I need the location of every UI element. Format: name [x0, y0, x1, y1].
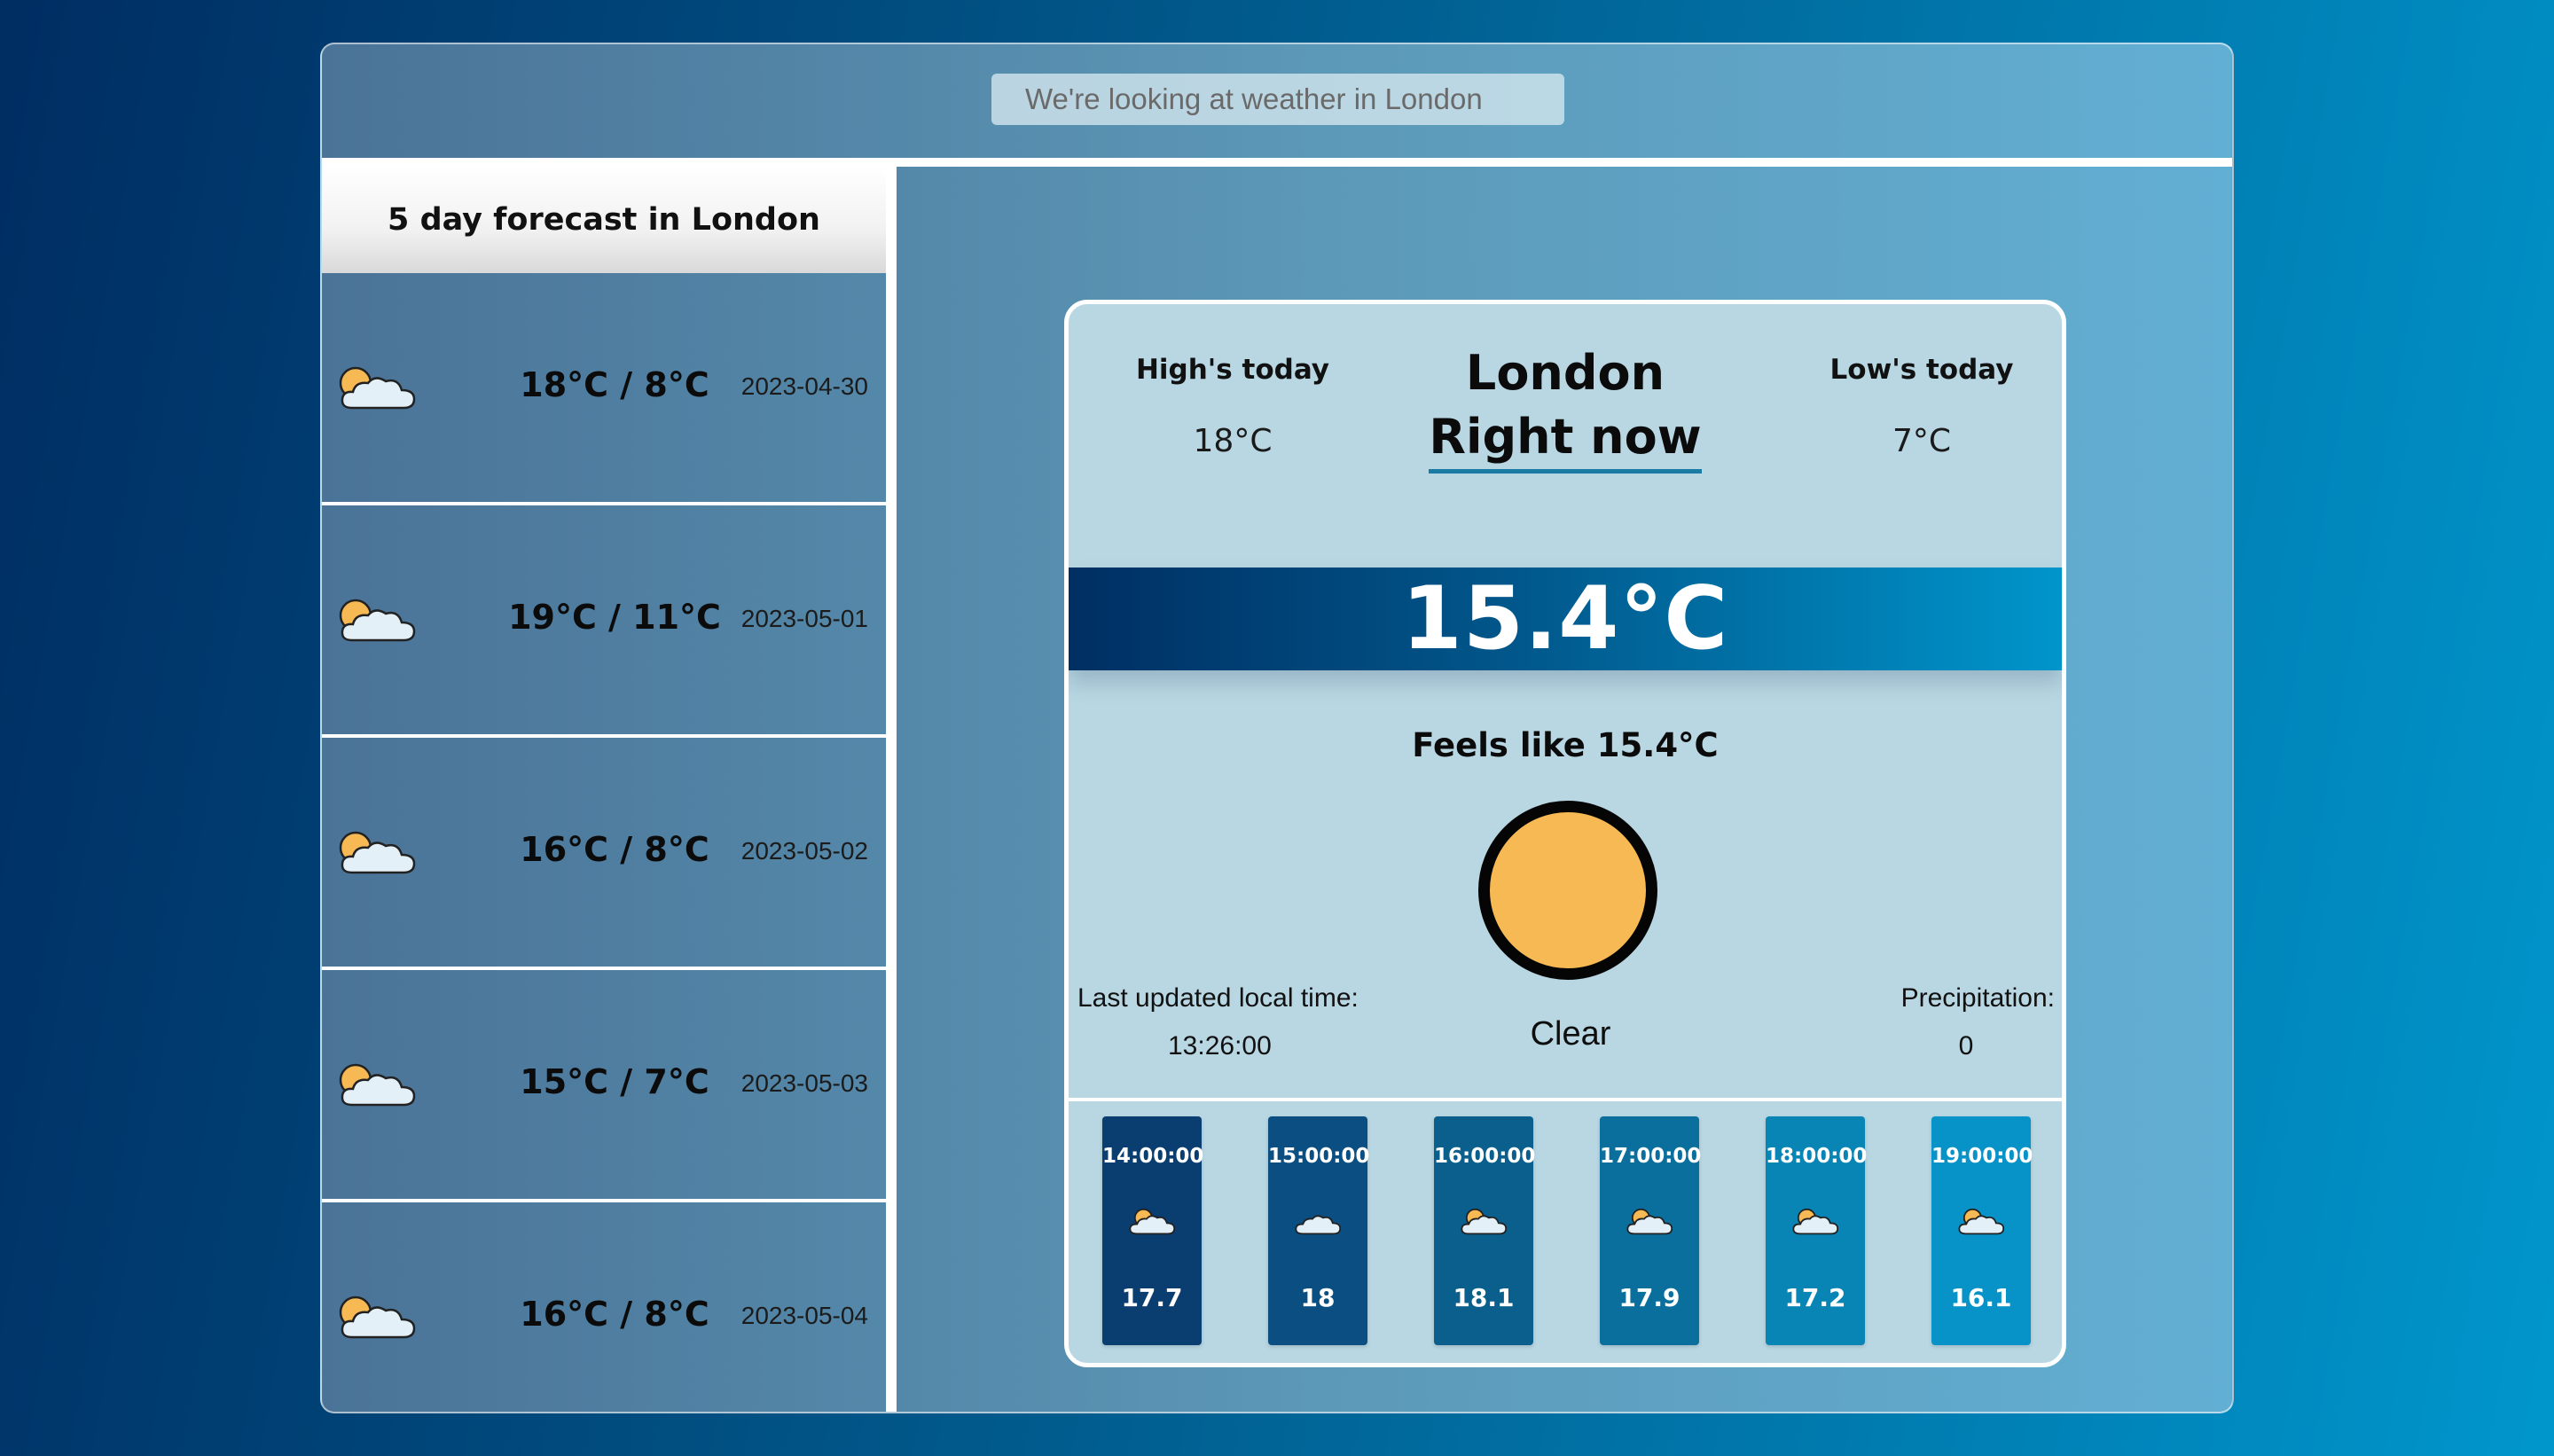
hour-time: 18:00:00	[1766, 1145, 1868, 1168]
hour-card: 17:00:00 17.9	[1600, 1116, 1702, 1345]
forecast-temps: 19°C / 11°C	[508, 598, 721, 637]
sun-icon	[1478, 801, 1657, 980]
header-divider	[322, 158, 2232, 167]
partly-cloudy-icon	[339, 831, 416, 874]
hour-temp: 17.2	[1784, 1283, 1846, 1312]
hour-card: 14:00:00 17.7	[1102, 1116, 1204, 1345]
forecast-day-row: 19°C / 11°C 2023-05-01	[322, 505, 886, 738]
hour-temp: 18	[1300, 1283, 1336, 1312]
forecast-date: 2023-05-03	[740, 1069, 868, 1097]
cloud-icon	[1295, 1215, 1342, 1235]
hour-card: 16:00:00 18.1	[1434, 1116, 1536, 1345]
sidebar-divider	[886, 167, 897, 1412]
current-weather-panel: High's today 18°C London Right now Low's…	[897, 167, 2232, 1412]
last-updated-label: Last updated local time:	[1077, 983, 1359, 1013]
forecast-day-row: 18°C / 8°C 2023-04-30	[322, 273, 886, 505]
forecast-temps: 16°C / 8°C	[520, 830, 709, 869]
precipitation-label: Precipitation:	[1900, 983, 2055, 1013]
hourly-forecast: 14:00:00 17.7 15:00:00 18 16:00:00 18.1 …	[1069, 1116, 2062, 1347]
partly-cloudy-icon	[1792, 1208, 1839, 1235]
top-bar	[322, 44, 2232, 158]
hour-card: 19:00:00 16.1	[1931, 1116, 2033, 1345]
partly-cloudy-icon	[1129, 1208, 1176, 1235]
hour-time: 17:00:00	[1600, 1145, 1702, 1168]
hour-card: 18:00:00 17.2	[1766, 1116, 1868, 1345]
hour-time: 19:00:00	[1931, 1145, 2033, 1168]
forecast-temps: 18°C / 8°C	[520, 365, 709, 404]
partly-cloudy-icon	[1461, 1208, 1508, 1235]
partly-cloudy-icon	[339, 1063, 416, 1107]
forecast-date: 2023-04-30	[740, 372, 868, 400]
precipitation-value: 0	[1958, 1031, 1974, 1061]
forecast-day-row: 15°C / 7°C 2023-05-03	[322, 970, 886, 1202]
current-weather-card: High's today 18°C London Right now Low's…	[1064, 300, 2066, 1367]
low-label: Low's today	[1829, 354, 2014, 386]
hour-time: 14:00:00	[1102, 1145, 1204, 1168]
hour-temp: 16.1	[1950, 1283, 2012, 1312]
card-divider	[1069, 1098, 2062, 1101]
city-search-input[interactable]	[991, 74, 1564, 125]
hour-card: 15:00:00 18	[1268, 1116, 1370, 1345]
temperature-band: 15.4°C	[1069, 568, 2062, 670]
condition-text: Clear	[1530, 1015, 1611, 1053]
hour-temp: 17.7	[1121, 1283, 1183, 1312]
forecast-title: 5 day forecast in London	[322, 167, 886, 273]
low-value: 7°C	[1892, 423, 1952, 459]
right-now-heading: Right now	[1429, 405, 1702, 474]
feels-like: Feels like 15.4°C	[1412, 726, 1719, 764]
forecast-day-row: 16°C / 8°C 2023-05-02	[322, 738, 886, 970]
current-temperature: 15.4°C	[1401, 568, 1729, 669]
forecast-temps: 16°C / 8°C	[520, 1295, 709, 1334]
partly-cloudy-icon	[1958, 1208, 2005, 1235]
forecast-date: 2023-05-04	[740, 1302, 868, 1329]
forecast-day-row: 16°C / 8°C 2023-05-04	[322, 1202, 886, 1412]
forecast-temps: 15°C / 7°C	[520, 1062, 709, 1101]
forecast-date: 2023-05-02	[740, 837, 868, 865]
hour-time: 16:00:00	[1434, 1145, 1536, 1168]
partly-cloudy-icon	[1626, 1208, 1673, 1235]
partly-cloudy-icon	[339, 366, 416, 410]
hour-temp: 18.1	[1453, 1283, 1515, 1312]
partly-cloudy-icon	[339, 599, 416, 642]
forecast-date: 2023-05-01	[740, 605, 868, 632]
partly-cloudy-icon	[339, 1296, 416, 1339]
weather-app: 5 day forecast in London 18°C / 8°C 2023…	[320, 43, 2234, 1413]
forecast-sidebar: 5 day forecast in London 18°C / 8°C 2023…	[322, 167, 886, 1412]
hour-time: 15:00:00	[1268, 1145, 1370, 1168]
hour-temp: 17.9	[1618, 1283, 1680, 1312]
